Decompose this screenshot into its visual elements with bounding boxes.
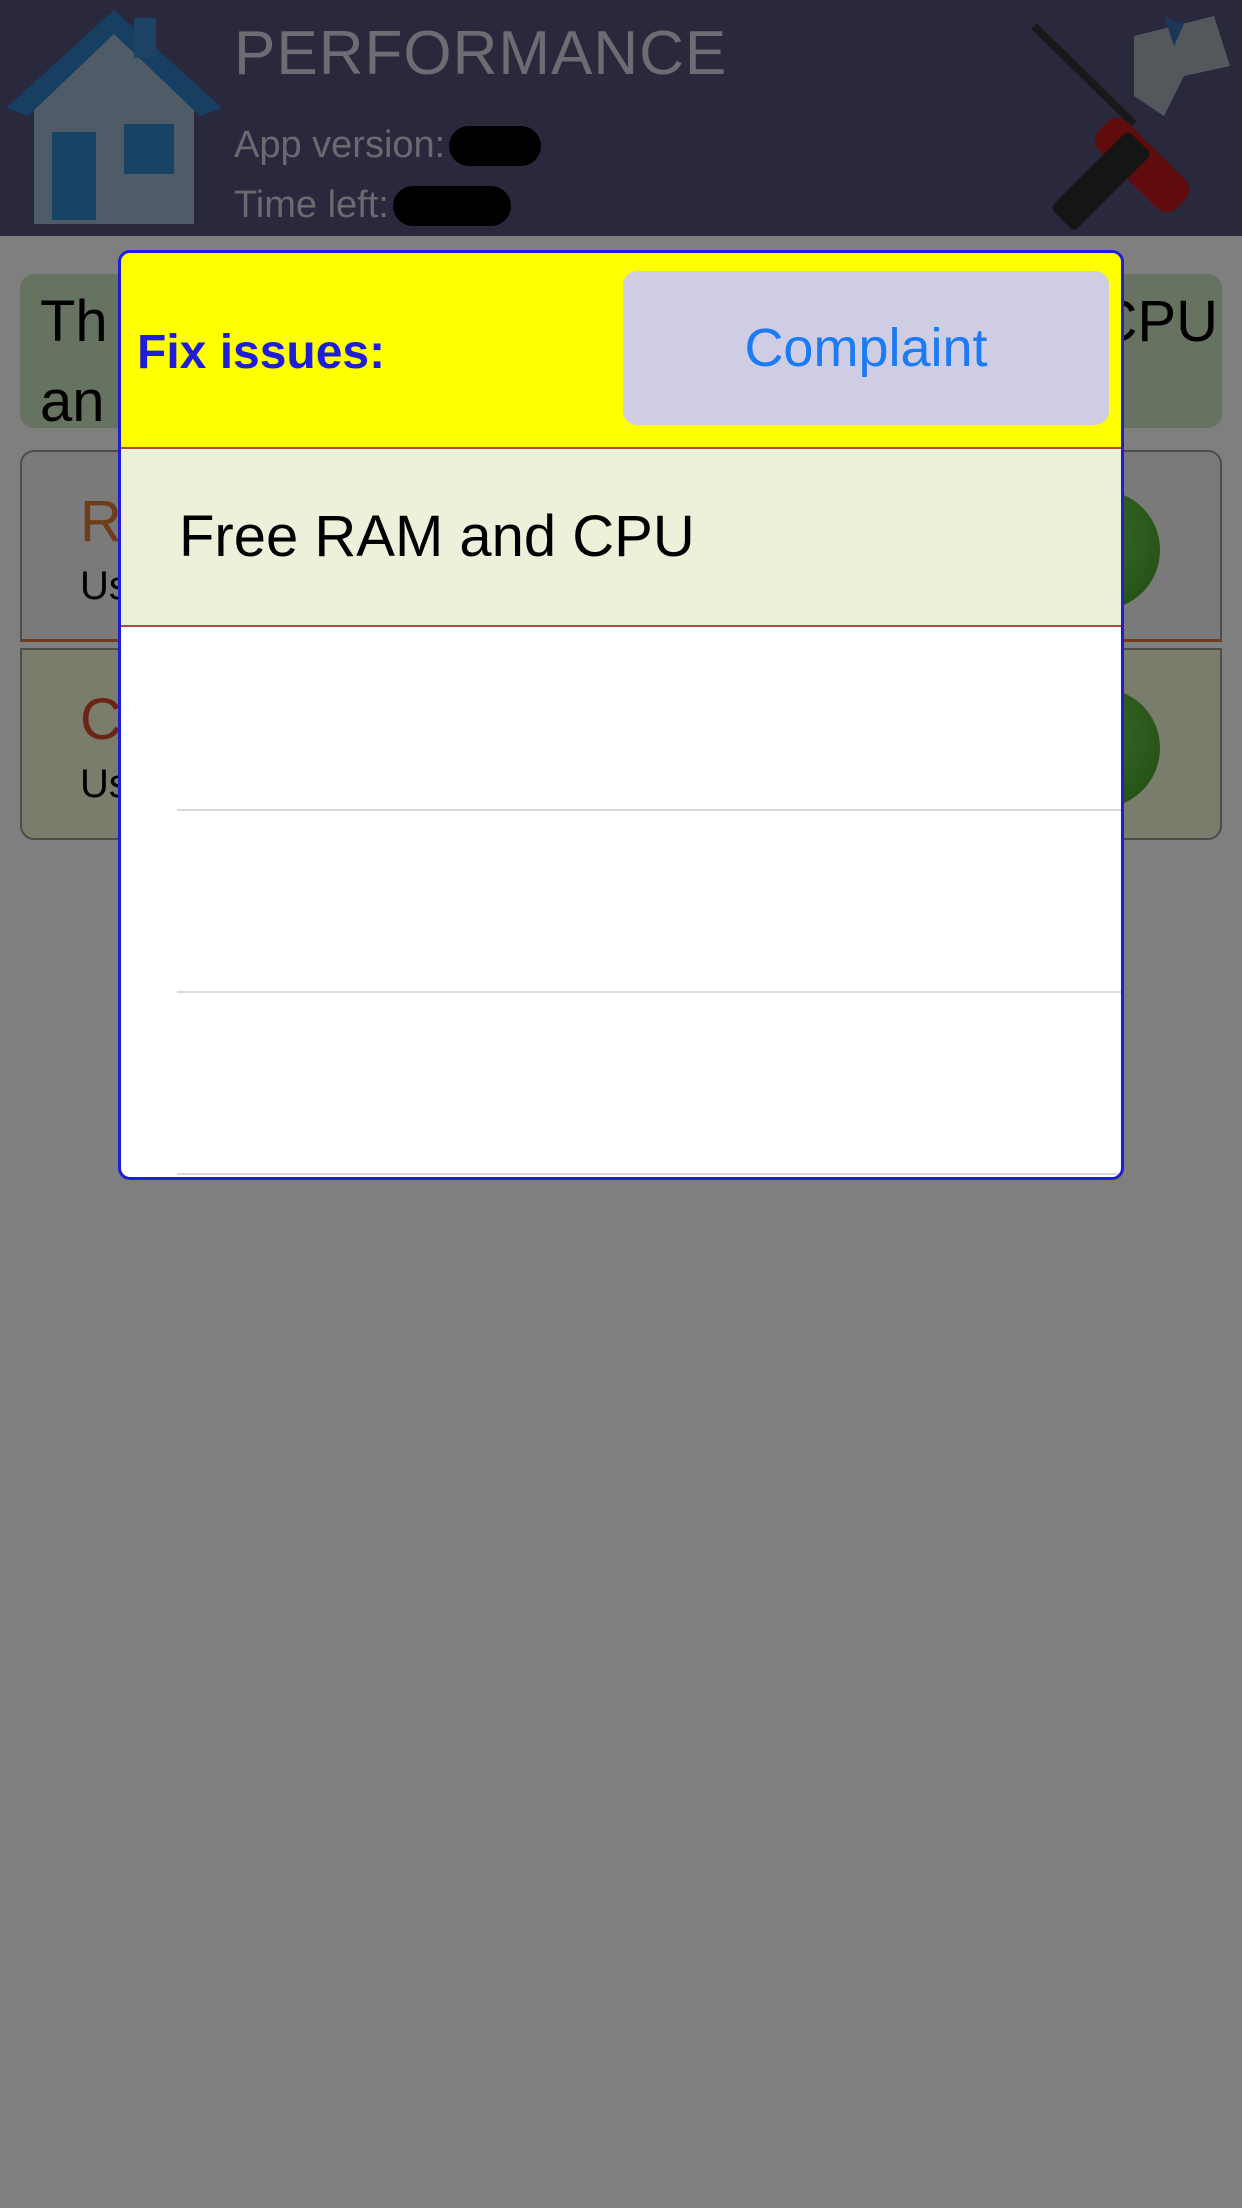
empty-option-row[interactable]: [121, 993, 1121, 1175]
empty-option-row[interactable]: [121, 811, 1121, 993]
option-label: Free RAM and CPU: [179, 504, 695, 569]
popover-header: Fix issues: Complaint: [121, 253, 1121, 447]
option-free-ram-cpu[interactable]: Free RAM and CPU: [121, 447, 1121, 627]
popover-title: Fix issues:: [137, 326, 386, 379]
fix-issues-popover: Fix issues: Complaint Free RAM and CPU: [118, 250, 1124, 1180]
empty-option-row[interactable]: [121, 627, 1121, 809]
row-separator: [177, 1173, 1121, 1175]
complaint-button[interactable]: Complaint: [623, 271, 1109, 425]
